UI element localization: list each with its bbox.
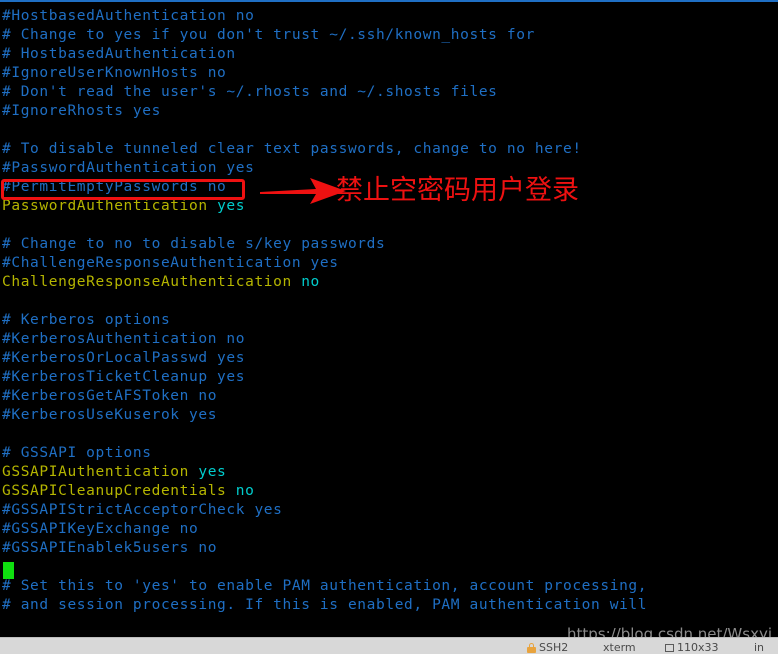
config-comment: #PasswordAuthentication yes xyxy=(2,160,255,176)
terminal-line: #ChallengeResponseAuthentication yes xyxy=(2,254,778,273)
terminal-line: #IgnoreRhosts yes xyxy=(2,102,778,121)
config-comment: #KerberosAuthentication no xyxy=(2,331,246,347)
terminal-line: #GSSAPIEnablek5users no xyxy=(2,539,778,558)
config-comment: #GSSAPIStrictAcceptorCheck yes xyxy=(2,502,283,518)
terminal-line: #KerberosTicketCleanup yes xyxy=(2,368,778,387)
config-comment: #KerberosOrLocalPasswd yes xyxy=(2,350,246,366)
watermark-text: https://blog.csdn.net/Wsxyi xyxy=(566,625,772,637)
config-comment: # GSSAPI options xyxy=(2,445,152,461)
config-key: ChallengeResponseAuthentication xyxy=(2,274,292,290)
config-key: GSSAPIAuthentication xyxy=(2,464,189,480)
config-comment: #GSSAPIKeyExchange no xyxy=(2,521,199,537)
terminal-line: #GSSAPIStrictAcceptorCheck yes xyxy=(2,501,778,520)
config-comment: # HostbasedAuthentication xyxy=(2,46,236,62)
status-encoding: in xyxy=(754,641,764,654)
terminal-cursor xyxy=(3,562,14,579)
config-key: PasswordAuthentication xyxy=(2,198,208,214)
terminal-line xyxy=(2,425,778,444)
config-comment: #KerberosUseKuserok yes xyxy=(2,407,218,423)
status-terminal-type-label: xterm xyxy=(603,641,636,654)
terminal-line: #IgnoreUserKnownHosts no xyxy=(2,64,778,83)
config-comment: #IgnoreUserKnownHosts no xyxy=(2,65,227,81)
terminal-screen[interactable]: #HostbasedAuthentication no # Change to y… xyxy=(0,0,778,637)
terminal-line: #KerberosOrLocalPasswd yes xyxy=(2,349,778,368)
status-protocol-label: SSH2 xyxy=(539,641,569,654)
config-value: no xyxy=(235,483,255,499)
terminal-line xyxy=(2,292,778,311)
terminal-line: # HostbasedAuthentication xyxy=(2,45,778,64)
terminal-line: # Set this to 'yes' to enable PAM authen… xyxy=(2,577,778,596)
config-comment: # Kerberos options xyxy=(2,312,171,328)
config-comment: #ChallengeResponseAuthentication yes xyxy=(2,255,339,271)
config-comment: # Change to yes if you don't trust ~/.ss… xyxy=(2,27,535,43)
config-comment: #KerberosGetAFSToken no xyxy=(2,388,218,404)
terminal-line xyxy=(2,558,778,577)
status-terminal-type: xterm xyxy=(603,641,636,654)
config-comment: #GSSAPIEnablek5users no xyxy=(2,540,218,556)
status-bar: SSH2 xterm 110x33 in xyxy=(0,637,778,654)
config-value: no xyxy=(301,274,320,290)
annotation-note-text: 禁止空密码用户登录 xyxy=(336,175,579,206)
config-value: yes xyxy=(217,198,246,214)
terminal-line: # GSSAPI options xyxy=(2,444,778,463)
terminal-line: GSSAPIAuthentication yes xyxy=(2,463,778,482)
terminal-line: # Kerberos options xyxy=(2,311,778,330)
config-comment: #HostbasedAuthentication no xyxy=(2,8,255,24)
terminal-line: #KerberosGetAFSToken no xyxy=(2,387,778,406)
status-size: 110x33 xyxy=(665,641,719,654)
terminal-line: # Change to yes if you don't trust ~/.ss… xyxy=(2,26,778,45)
lock-icon xyxy=(527,642,536,653)
status-size-label: 110x33 xyxy=(677,641,719,654)
config-comment: #KerberosTicketCleanup yes xyxy=(2,369,246,385)
config-comment: # Don't read the user's ~/.rhosts and ~/… xyxy=(2,84,498,100)
status-protocol: SSH2 xyxy=(527,641,568,654)
terminal-line: # Change to no to disable s/key password… xyxy=(2,235,778,254)
terminal-line: # and session processing. If this is ena… xyxy=(2,596,778,615)
config-value: yes xyxy=(198,464,227,480)
status-encoding-label: in xyxy=(754,641,765,654)
config-comment: #IgnoreRhosts yes xyxy=(2,103,161,119)
terminal-line: # To disable tunneled clear text passwor… xyxy=(2,140,778,159)
config-comment: # Change to no to disable s/key password… xyxy=(2,236,386,252)
terminal-window: #HostbasedAuthentication no # Change to y… xyxy=(0,0,778,654)
terminal-line: #KerberosAuthentication no xyxy=(2,330,778,349)
resize-icon xyxy=(665,643,674,652)
terminal-line: #GSSAPIKeyExchange no xyxy=(2,520,778,539)
config-comment: # Set this to 'yes' to enable PAM authen… xyxy=(2,578,648,594)
config-comment: # and session processing. If this is ena… xyxy=(2,597,648,613)
terminal-line xyxy=(2,216,778,235)
config-comment: # To disable tunneled clear text passwor… xyxy=(2,141,582,157)
terminal-line: #KerberosUseKuserok yes xyxy=(2,406,778,425)
terminal-line: GSSAPICleanupCredentials no xyxy=(2,482,778,501)
config-key: GSSAPICleanupCredentials xyxy=(2,483,227,499)
terminal-line: # Don't read the user's ~/.rhosts and ~/… xyxy=(2,83,778,102)
terminal-line: #HostbasedAuthentication no xyxy=(2,7,778,26)
terminal-text-area[interactable]: #HostbasedAuthentication no # Change to y… xyxy=(2,7,778,615)
terminal-line: ChallengeResponseAuthentication no xyxy=(2,273,778,292)
config-comment: #PermitEmptyPasswords no xyxy=(2,179,227,195)
terminal-line xyxy=(2,121,778,140)
